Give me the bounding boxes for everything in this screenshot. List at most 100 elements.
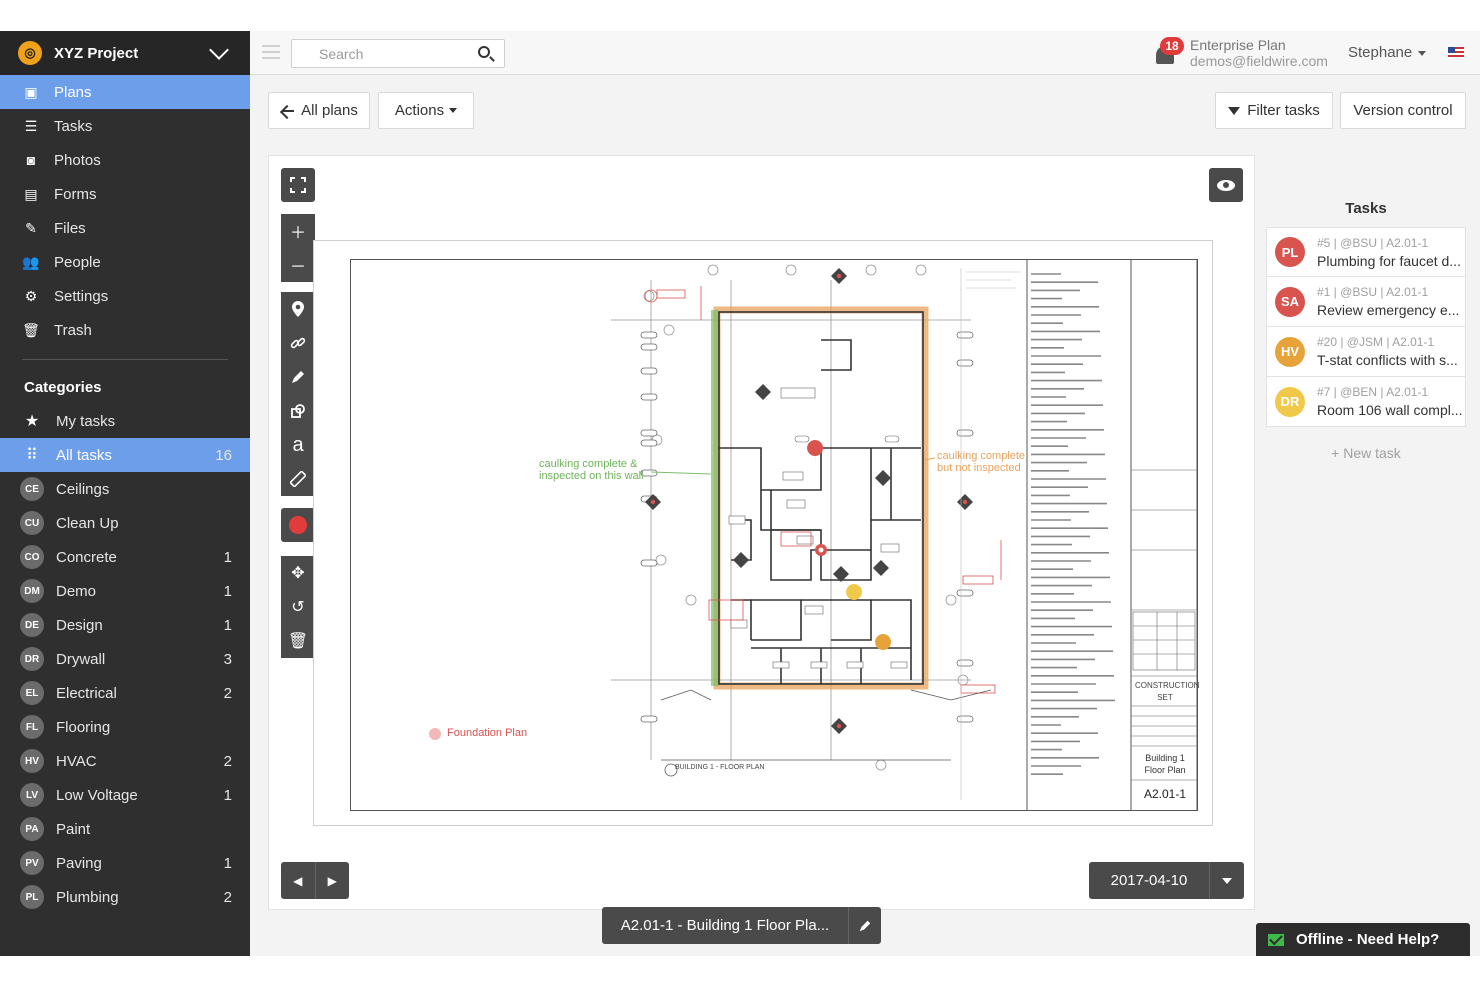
user-menu[interactable]: Stephane <box>1348 44 1427 61</box>
plan-viewer: ＋ － a ✥ ↺ 🗑 PL DR HV caulking complete &… <box>268 155 1255 910</box>
version-dropdown-button[interactable] <box>1210 862 1244 899</box>
category-badge: PV <box>20 851 44 875</box>
category-plumbing[interactable]: PL Plumbing 2 <box>0 880 250 914</box>
actions-dropdown[interactable]: Actions <box>378 92 474 129</box>
task-text: #20 | @JSM | A2.01-1 T-stat conflicts wi… <box>1317 335 1458 368</box>
category-badge: DR <box>20 647 44 671</box>
notifications-button[interactable]: 18 <box>1154 37 1184 67</box>
delete-tool-button[interactable]: 🗑 <box>281 624 315 658</box>
link-tool-button[interactable] <box>281 326 315 360</box>
category-clean-up[interactable]: CU Clean Up <box>0 506 250 540</box>
category-count: 3 <box>223 650 232 668</box>
actions-label: Actions <box>394 102 445 119</box>
search-input[interactable] <box>292 40 462 67</box>
chevron-down-icon[interactable] <box>209 40 229 60</box>
version-date-button[interactable]: 2017-04-10 <box>1089 862 1210 899</box>
visibility-toggle-button[interactable] <box>1209 168 1243 202</box>
caret-down-icon <box>1418 50 1427 56</box>
category-badge: EL <box>20 681 44 705</box>
paperclip-icon: ✎ <box>25 219 37 236</box>
us-flag-icon[interactable] <box>1448 47 1464 59</box>
next-sheet-button[interactable]: ▶ <box>314 862 350 899</box>
sidebar-item-plans[interactable]: ▣ Plans <box>0 75 250 109</box>
sidebar-item-forms[interactable]: ▤ Forms <box>0 177 250 211</box>
category-drywall[interactable]: DR Drywall 3 <box>0 642 250 676</box>
category-label: HVAC <box>56 752 97 770</box>
category-demo[interactable]: DM Demo 1 <box>0 574 250 608</box>
project-switcher[interactable]: ◎ XYZ Project <box>0 31 250 75</box>
plan-sheet[interactable]: PL DR HV caulking complete & inspected o… <box>313 240 1213 826</box>
sidebar-item-files[interactable]: ✎ Files <box>0 211 250 245</box>
sidebar-item-people[interactable]: 👥 People <box>0 245 250 279</box>
task-meta: #1 | @BSU | A2.01-1 <box>1317 285 1429 299</box>
category-count: 1 <box>223 616 232 634</box>
hamburger-menu-icon[interactable] <box>262 45 280 59</box>
task-item[interactable]: PL #5 | @BSU | A2.01-1 Plumbing for fauc… <box>1266 227 1466 277</box>
category-all-tasks[interactable]: ⠿ All tasks 16 <box>0 438 250 472</box>
zoom-in-button[interactable]: ＋ <box>281 214 315 248</box>
foundation-plan-link[interactable]: Foundation Plan <box>447 727 527 739</box>
edit-sheet-name-button[interactable] <box>849 907 881 944</box>
new-task-button[interactable]: + New task <box>1266 445 1466 461</box>
category-badge: CO <box>20 545 44 569</box>
category-concrete[interactable]: CO Concrete 1 <box>0 540 250 574</box>
move-tool-button[interactable]: ✥ <box>281 556 315 590</box>
category-ceilings[interactable]: CE Ceilings <box>0 472 250 506</box>
filter-icon <box>1228 106 1241 115</box>
pencil-icon <box>859 920 871 931</box>
svg-text:HV: HV <box>878 652 888 659</box>
search-icon[interactable] <box>478 46 490 58</box>
category-badge: PL <box>20 885 44 909</box>
measure-tool-button[interactable] <box>281 462 315 496</box>
previous-sheet-button[interactable]: ◀ <box>281 862 315 899</box>
category-flooring[interactable]: FL Flooring <box>0 710 250 744</box>
pen-tool-button[interactable] <box>281 360 315 394</box>
category-paint[interactable]: PA Paint <box>0 812 250 846</box>
task-item[interactable]: DR #7 | @BEN | A2.01-1 Room 106 wall com… <box>1266 377 1466 427</box>
category-design[interactable]: DE Design 1 <box>0 608 250 642</box>
sidebar-item-settings[interactable]: ⚙ Settings <box>0 279 250 313</box>
sidebar-item-trash[interactable]: 🗑 Trash <box>0 313 250 347</box>
tasks-panel: Tasks PL #5 | @BSU | A2.01-1 Plumbing fo… <box>1266 191 1466 461</box>
help-chat-button[interactable]: Offline - Need Help? <box>1256 923 1470 956</box>
sidebar-item-photos[interactable]: ◙ Photos <box>0 143 250 177</box>
rotate-tool-button[interactable]: ↺ <box>281 590 315 624</box>
caret-right-icon: ▶ <box>327 873 337 888</box>
camera-icon: ◙ <box>26 152 36 168</box>
task-item[interactable]: SA #1 | @BSU | A2.01-1 Review emergency … <box>1266 277 1466 327</box>
all-plans-button[interactable]: All plans <box>268 92 370 129</box>
markup-note-green[interactable]: caulking complete & inspected on this wa… <box>539 458 644 482</box>
rotate-icon: ↺ <box>291 599 305 616</box>
title-block-line: Floor Plan <box>1144 765 1186 775</box>
sheet-name-button[interactable]: A2.01-1 - Building 1 Floor Pla... <box>602 907 849 944</box>
project-logo-icon: ◎ <box>18 41 42 65</box>
shapes-tool-button[interactable] <box>281 394 315 428</box>
text-tool-button[interactable]: a <box>281 428 315 462</box>
category-label: Clean Up <box>56 514 119 532</box>
color-picker-button[interactable] <box>281 508 315 542</box>
version-control-button[interactable]: Version control <box>1340 92 1466 129</box>
task-pin-icon: SA <box>1275 286 1305 317</box>
filter-tasks-button[interactable]: Filter tasks <box>1215 92 1333 129</box>
construction-set-label: CONSTRUCTION SET <box>1135 680 1199 704</box>
category-badge: DE <box>20 613 44 637</box>
category-label: All tasks <box>56 446 112 464</box>
category-hvac[interactable]: HV HVAC 2 <box>0 744 250 778</box>
markup-note-orange[interactable]: caulking complete but not inspected <box>937 450 1025 474</box>
zoom-out-button[interactable]: － <box>281 248 315 282</box>
task-title: Room 106 wall compl... <box>1317 402 1463 418</box>
notification-count-badge: 18 <box>1160 37 1184 55</box>
category-low-voltage[interactable]: LV Low Voltage 1 <box>0 778 250 812</box>
pin-tool-button[interactable] <box>281 292 315 326</box>
category-my-tasks[interactable]: ★ My tasks <box>0 404 250 438</box>
category-paving[interactable]: PV Paving 1 <box>0 846 250 880</box>
category-label: Flooring <box>56 718 111 736</box>
search-box <box>291 39 505 68</box>
sidebar-item-label: Files <box>54 219 86 237</box>
category-electrical[interactable]: EL Electrical 2 <box>0 676 250 710</box>
task-item[interactable]: HV #20 | @JSM | A2.01-1 T-stat conflicts… <box>1266 327 1466 377</box>
task-title: Review emergency e... <box>1317 302 1460 318</box>
fullscreen-button[interactable] <box>281 168 315 202</box>
sidebar-item-tasks[interactable]: ☰ Tasks <box>0 109 250 143</box>
category-count: 1 <box>223 854 232 872</box>
